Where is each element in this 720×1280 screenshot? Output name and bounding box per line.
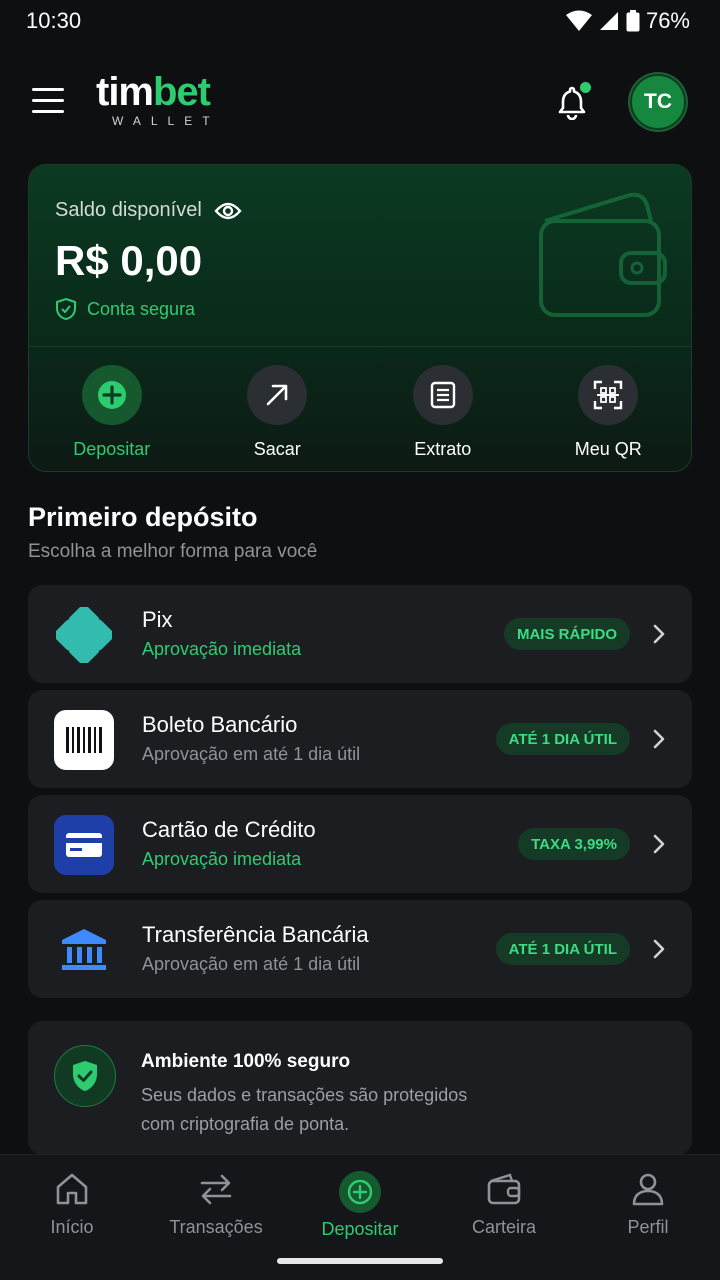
nav-item-profile[interactable]: Perfil [576,1155,720,1255]
arrow-up-right-icon [266,384,288,406]
eye-icon[interactable] [214,201,242,221]
nav-label: Depositar [321,1219,399,1239]
withdraw-action-label: Sacar [253,439,301,459]
swap-icon [200,1174,232,1205]
shield-check-icon [73,1061,97,1091]
bank-icon-wrap [54,920,114,980]
my-qr-action-button[interactable]: Meu QR [526,347,692,471]
logo-text-accent: bet [153,70,211,114]
nav-item-transactions[interactable]: Transações [144,1155,288,1255]
status-icons: 76% [565,8,690,34]
chevron-right-icon [653,834,665,854]
deposit-action-button[interactable]: Depositar [29,347,195,471]
option-description: Aprovação imediata [142,639,302,659]
battery-percent: 76% [645,8,690,33]
nav-label: Transações [169,1217,263,1237]
balance-label-row: Saldo disponível [55,199,242,222]
wallet-illustration-icon [539,192,667,317]
security-info-card: Ambiente 100% seguro Seus dados e transa… [28,1021,692,1155]
logo-subtitle: WALLET [112,114,220,128]
statement-action-button[interactable]: Extrato [360,347,526,471]
statement-action-label: Extrato [414,439,472,459]
menu-icon-line [32,110,64,113]
option-name: Pix [142,607,173,632]
notification-dot [580,82,591,93]
credit-card-icon [66,833,102,857]
status-bar: 10:30 76% [0,0,720,42]
balance-value: R$ 0,00 [55,237,203,284]
chevron-right-icon [653,624,665,644]
option-badge: ATÉ 1 DIA ÚTIL [495,723,630,755]
section-subtitle: Escolha a melhor forma para você [28,541,318,562]
statement-action-circle [412,365,473,425]
battery-icon [626,10,640,32]
pix-icon [56,607,112,663]
cell-signal-icon [599,12,618,30]
home-indicator[interactable] [277,1258,443,1264]
payment-option-bank-transfer[interactable]: Transferência Bancária Aprovação em até … [28,900,692,998]
deposit-action-circle [81,365,142,425]
option-badge: MAIS RÁPIDO [503,618,630,650]
secure-text: Conta segura [87,298,196,319]
shield-check-icon [56,297,76,321]
nav-label: Perfil [627,1217,669,1237]
security-badge [54,1045,116,1107]
withdraw-action-button[interactable]: Sacar [195,347,361,471]
menu-icon-line [32,88,64,91]
barcode-icon [66,727,102,753]
option-description: Aprovação imediata [142,849,302,869]
nav-label: Início [50,1217,94,1237]
nav-active-circle [339,1171,381,1213]
nav-item-wallet[interactable]: Carteira [432,1155,576,1255]
wifi-icon [565,10,592,31]
menu-icon-line [32,99,64,102]
option-name: Boleto Bancário [142,712,298,737]
secure-account-label: Conta segura [55,297,195,321]
security-description: Seus dados e transações são protegidos c… [141,1085,468,1134]
nav-item-deposit[interactable]: Depositar [288,1155,432,1255]
avatar[interactable]: TC [630,74,686,130]
nav-label: Carteira [471,1217,537,1237]
menu-button[interactable] [32,88,64,114]
option-badge: TAXA 3,99% [518,828,630,860]
nav-item-home[interactable]: Início [0,1155,144,1255]
home-icon [56,1173,88,1205]
option-description: Aprovação em até 1 dia útil [142,954,361,974]
app-header: timbet WALLET TC [0,62,720,142]
deposit-action-label: Depositar [73,439,151,459]
section-title: Primeiro depósito [28,502,258,532]
chevron-right-icon [653,729,665,749]
document-icon [430,381,455,409]
quick-actions: Depositar Sacar Extrato Meu QR [29,347,692,471]
security-title: Ambiente 100% seguro [141,1051,351,1072]
my-qr-action-label: Meu QR [574,439,642,459]
balance-label: Saldo disponível [55,199,202,221]
balance-card: Saldo disponível R$ 0,00 Conta segura De… [28,164,692,472]
logo-text-primary: tim [96,70,154,114]
qr-scan-icon [594,380,623,410]
option-description: Aprovação em até 1 dia útil [142,744,361,764]
plus-circle-icon [97,381,126,409]
option-badge: ATÉ 1 DIA ÚTIL [495,933,630,965]
option-name: Transferência Bancária [142,922,369,947]
payment-option-pix[interactable]: Pix Aprovação imediata MAIS RÁPIDO [28,585,692,683]
barcode-icon-wrap [54,710,114,770]
payment-option-boleto[interactable]: Boleto Bancário Aprovação em até 1 dia ú… [28,690,692,788]
my-qr-action-circle [578,365,639,425]
wallet-icon [487,1173,521,1205]
user-icon [632,1173,664,1206]
chevron-right-icon [653,939,665,959]
plus-circle-icon [347,1179,373,1205]
balance-summary: Saldo disponível R$ 0,00 Conta segura [29,165,691,347]
withdraw-action-circle [247,365,308,425]
credit-card-icon-wrap [54,815,114,875]
bank-icon [62,929,106,970]
pix-icon-wrap [54,605,114,665]
payment-option-credit-card[interactable]: Cartão de Crédito Aprovação imediata TAX… [28,795,692,893]
status-time: 10:30 [26,8,82,33]
option-name: Cartão de Crédito [142,817,316,842]
app-logo: timbet WALLET [96,70,220,128]
